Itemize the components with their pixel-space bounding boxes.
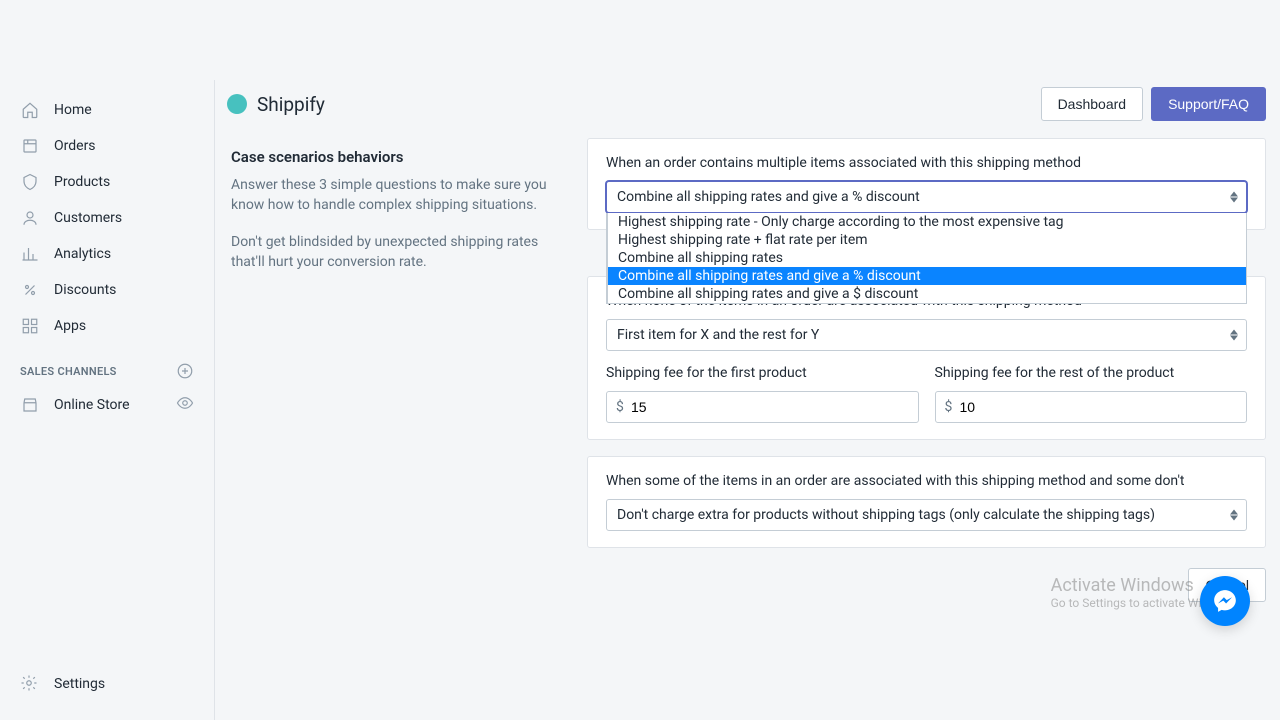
card-multiple-items: When an order contains multiple items as… bbox=[587, 138, 1266, 230]
section-paragraph: Answer these 3 simple questions to make … bbox=[231, 176, 567, 215]
main: Shippify Dashboard Support/FAQ Case scen… bbox=[215, 80, 1280, 720]
nav-label: Discounts bbox=[54, 282, 116, 298]
select-arrows-icon bbox=[1230, 510, 1238, 521]
dropdown-option[interactable]: Combine all shipping rates and give a $ … bbox=[608, 285, 1246, 303]
topbar: Shippify Dashboard Support/FAQ bbox=[215, 80, 1280, 128]
view-store-icon[interactable] bbox=[176, 394, 194, 416]
analytics-icon bbox=[20, 244, 40, 264]
section-paragraph: Don't get blindsided by unexpected shipp… bbox=[231, 233, 567, 272]
nav-label: Customers bbox=[54, 210, 122, 226]
brand-icon bbox=[227, 94, 247, 114]
sidebar-item-home[interactable]: Home bbox=[0, 92, 214, 128]
select-arrows-icon bbox=[1230, 192, 1238, 203]
nav-label: Settings bbox=[54, 676, 105, 692]
dropdown-option[interactable]: Highest shipping rate - Only charge acco… bbox=[608, 213, 1246, 231]
app-title: Shippify bbox=[257, 93, 325, 116]
home-icon bbox=[20, 100, 40, 120]
customers-icon bbox=[20, 208, 40, 228]
sales-channels-heading: SALES CHANNELS bbox=[0, 344, 214, 386]
apps-icon bbox=[20, 316, 40, 336]
products-icon bbox=[20, 172, 40, 192]
nav-label: Online Store bbox=[54, 397, 130, 413]
field-label: Shipping fee for the first product bbox=[606, 365, 919, 381]
sidebar-item-orders[interactable]: Orders bbox=[0, 128, 214, 164]
card-some-items: When some of the items in an order are a… bbox=[587, 456, 1266, 548]
dropdown-option[interactable]: Highest shipping rate + flat rate per it… bbox=[608, 231, 1246, 249]
field-label: When an order contains multiple items as… bbox=[606, 155, 1247, 171]
currency-prefix: $ bbox=[616, 399, 624, 415]
section-description: Case scenarios behaviors Answer these 3 … bbox=[227, 138, 567, 602]
store-icon bbox=[20, 395, 40, 415]
nav-label: Analytics bbox=[54, 246, 111, 262]
sidebar-item-online-store[interactable]: Online Store bbox=[0, 386, 214, 424]
section-heading: Case scenarios behaviors bbox=[231, 148, 567, 166]
sidebar-item-apps[interactable]: Apps bbox=[0, 308, 214, 344]
select-no-items[interactable]: First item for X and the rest for Y bbox=[606, 319, 1247, 351]
currency-prefix: $ bbox=[945, 399, 953, 415]
sidebar-item-settings[interactable]: Settings bbox=[0, 659, 214, 708]
field-label: Shipping fee for the rest of the product bbox=[935, 365, 1248, 381]
dropdown-multiple-items: Highest shipping rate - Only charge acco… bbox=[606, 213, 1247, 304]
section-label: SALES CHANNELS bbox=[20, 365, 117, 378]
select-multiple-items[interactable]: Combine all shipping rates and give a % … bbox=[606, 181, 1247, 213]
select-value: Don't charge extra for products without … bbox=[617, 507, 1155, 523]
messenger-icon bbox=[1212, 588, 1238, 614]
orders-icon bbox=[20, 136, 40, 156]
discounts-icon bbox=[20, 280, 40, 300]
nav-label: Home bbox=[54, 102, 92, 118]
add-channel-button[interactable] bbox=[176, 362, 194, 380]
dropdown-option[interactable]: Combine all shipping rates and give a % … bbox=[608, 267, 1246, 285]
nav-label: Apps bbox=[54, 318, 86, 334]
select-value: First item for X and the rest for Y bbox=[617, 327, 819, 343]
nav-label: Orders bbox=[54, 138, 96, 154]
sidebar-item-analytics[interactable]: Analytics bbox=[0, 236, 214, 272]
select-some-items[interactable]: Don't charge extra for products without … bbox=[606, 499, 1247, 531]
select-value: Combine all shipping rates and give a % … bbox=[617, 189, 920, 205]
fee-rest-input[interactable] bbox=[935, 391, 1248, 423]
sidebar-item-discounts[interactable]: Discounts bbox=[0, 272, 214, 308]
sidebar-item-products[interactable]: Products bbox=[0, 164, 214, 200]
messenger-chat-button[interactable] bbox=[1200, 576, 1250, 626]
dashboard-button[interactable]: Dashboard bbox=[1041, 87, 1144, 121]
select-arrows-icon bbox=[1230, 330, 1238, 341]
support-button[interactable]: Support/FAQ bbox=[1151, 87, 1266, 121]
nav-label: Products bbox=[54, 174, 110, 190]
dropdown-option[interactable]: Combine all shipping rates bbox=[608, 249, 1246, 267]
fee-first-input[interactable] bbox=[606, 391, 919, 423]
gear-icon bbox=[20, 674, 40, 694]
sidebar-item-customers[interactable]: Customers bbox=[0, 200, 214, 236]
app-brand: Shippify bbox=[227, 93, 325, 116]
sidebar: Home Orders Products Customers Analytics… bbox=[0, 80, 215, 720]
field-label: When some of the items in an order are a… bbox=[606, 473, 1247, 489]
